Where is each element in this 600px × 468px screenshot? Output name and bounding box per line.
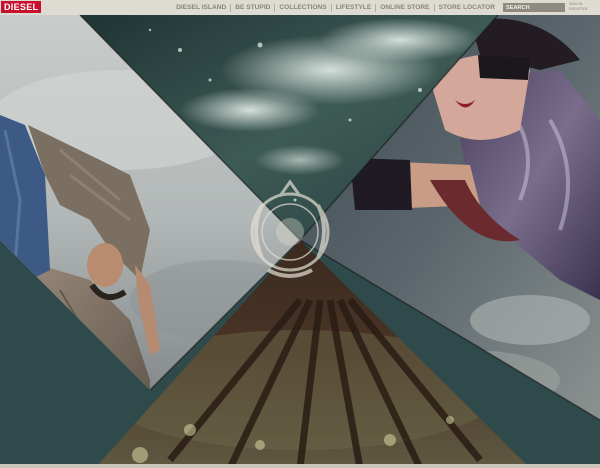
nav-lifestyle[interactable]: LIFESTYLE <box>332 0 376 15</box>
search-box <box>503 3 565 12</box>
diesel-logo[interactable]: DIESEL <box>1 1 42 13</box>
hero-collage-svg <box>0 14 600 468</box>
top-nav-bar: DIESEL DIESEL ISLAND BE STUPID COLLECTIO… <box>0 0 600 15</box>
bottom-strip <box>0 464 600 468</box>
nav-diesel-island[interactable]: DIESEL ISLAND <box>172 0 230 15</box>
nav-be-stupid[interactable]: BE STUPID <box>231 0 274 15</box>
nav-store-locator[interactable]: STORE LOCATOR <box>435 0 499 15</box>
account-links: SIGN IN REGISTER <box>569 2 599 12</box>
register-link[interactable]: REGISTER <box>569 7 599 12</box>
nav-online-store[interactable]: ONLINE STORE <box>376 0 433 15</box>
hero-collage <box>0 0 600 468</box>
nav-collections[interactable]: COLLECTIONS <box>275 0 330 15</box>
search-input[interactable] <box>503 3 565 12</box>
main-nav: DIESEL ISLAND BE STUPID COLLECTIONS LIFE… <box>172 0 499 15</box>
